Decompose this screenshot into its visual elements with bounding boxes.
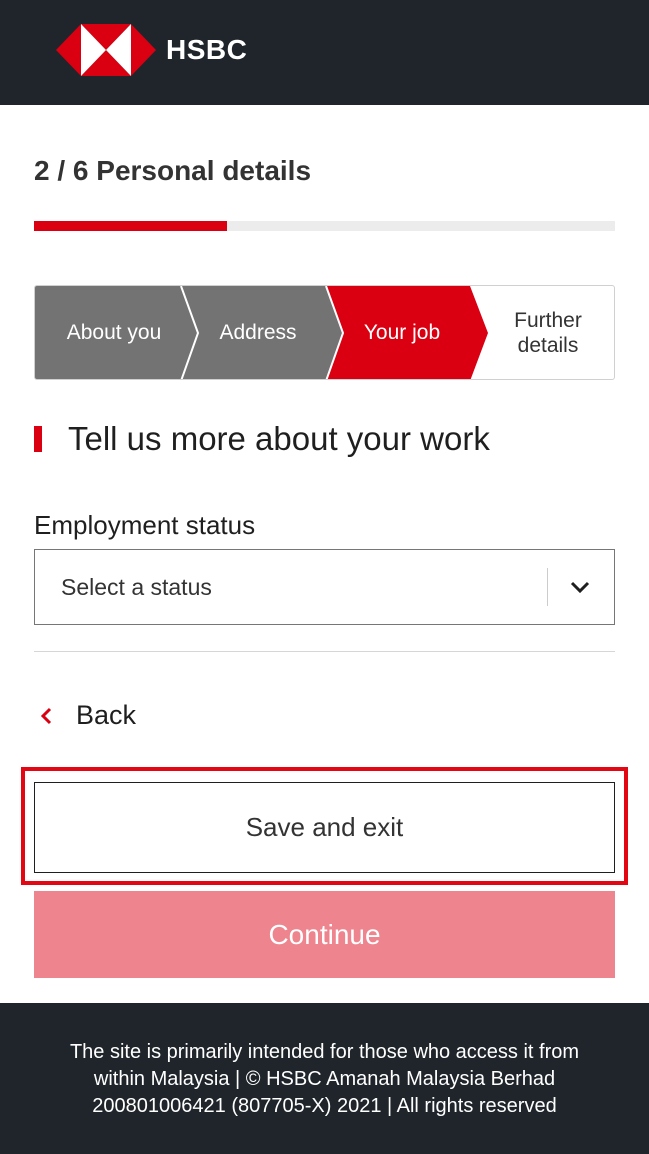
select-divider	[547, 568, 548, 606]
progress-bar	[34, 221, 615, 231]
footer-line-1: The site is primarily intended for those…	[69, 1041, 580, 1063]
page-title: 2 / 6 Personal details	[34, 155, 312, 186]
footer-text: The site is primarily intended for those…	[20, 1039, 629, 1120]
brand-name: HSBC	[166, 34, 248, 65]
footer: The site is primarily intended for those…	[0, 1003, 649, 1154]
divider	[34, 651, 615, 652]
progress-bar-fill	[34, 221, 228, 231]
employment-status-placeholder: Select a status	[61, 573, 212, 600]
employment-status-label: Employment status	[34, 510, 256, 540]
section-accent-bar	[34, 426, 42, 452]
section-heading: Tell us more about your work	[34, 420, 490, 458]
step-indicator: About you Address Your job Further detai…	[34, 285, 615, 380]
back-link-label: Back	[76, 700, 137, 730]
back-link[interactable]: Back	[38, 700, 136, 731]
step-about-you: About you	[66, 321, 162, 344]
hsbc-hexagon-logo-icon	[56, 24, 156, 76]
hsbc-logo[interactable]: HSBC	[56, 24, 247, 76]
employment-status-select[interactable]: Select a status	[34, 549, 615, 625]
step-address: Address	[219, 321, 297, 344]
step-your-job: Your job	[363, 321, 441, 344]
chevron-down-icon	[570, 581, 590, 594]
step-further-details: Further details	[514, 308, 582, 357]
chevron-left-icon	[40, 707, 52, 724]
save-and-exit-button[interactable]: Save and exit	[34, 782, 615, 873]
continue-button[interactable]: Continue	[34, 891, 615, 978]
footer-line-3: 200801006421 (807705-X) 2021 | All right…	[92, 1095, 557, 1117]
section-heading-text: Tell us more about your work	[68, 420, 490, 457]
top-header-bar: HSBC	[0, 0, 649, 105]
footer-line-2: within Malaysia | © HSBC Amanah Malaysia…	[93, 1068, 556, 1090]
